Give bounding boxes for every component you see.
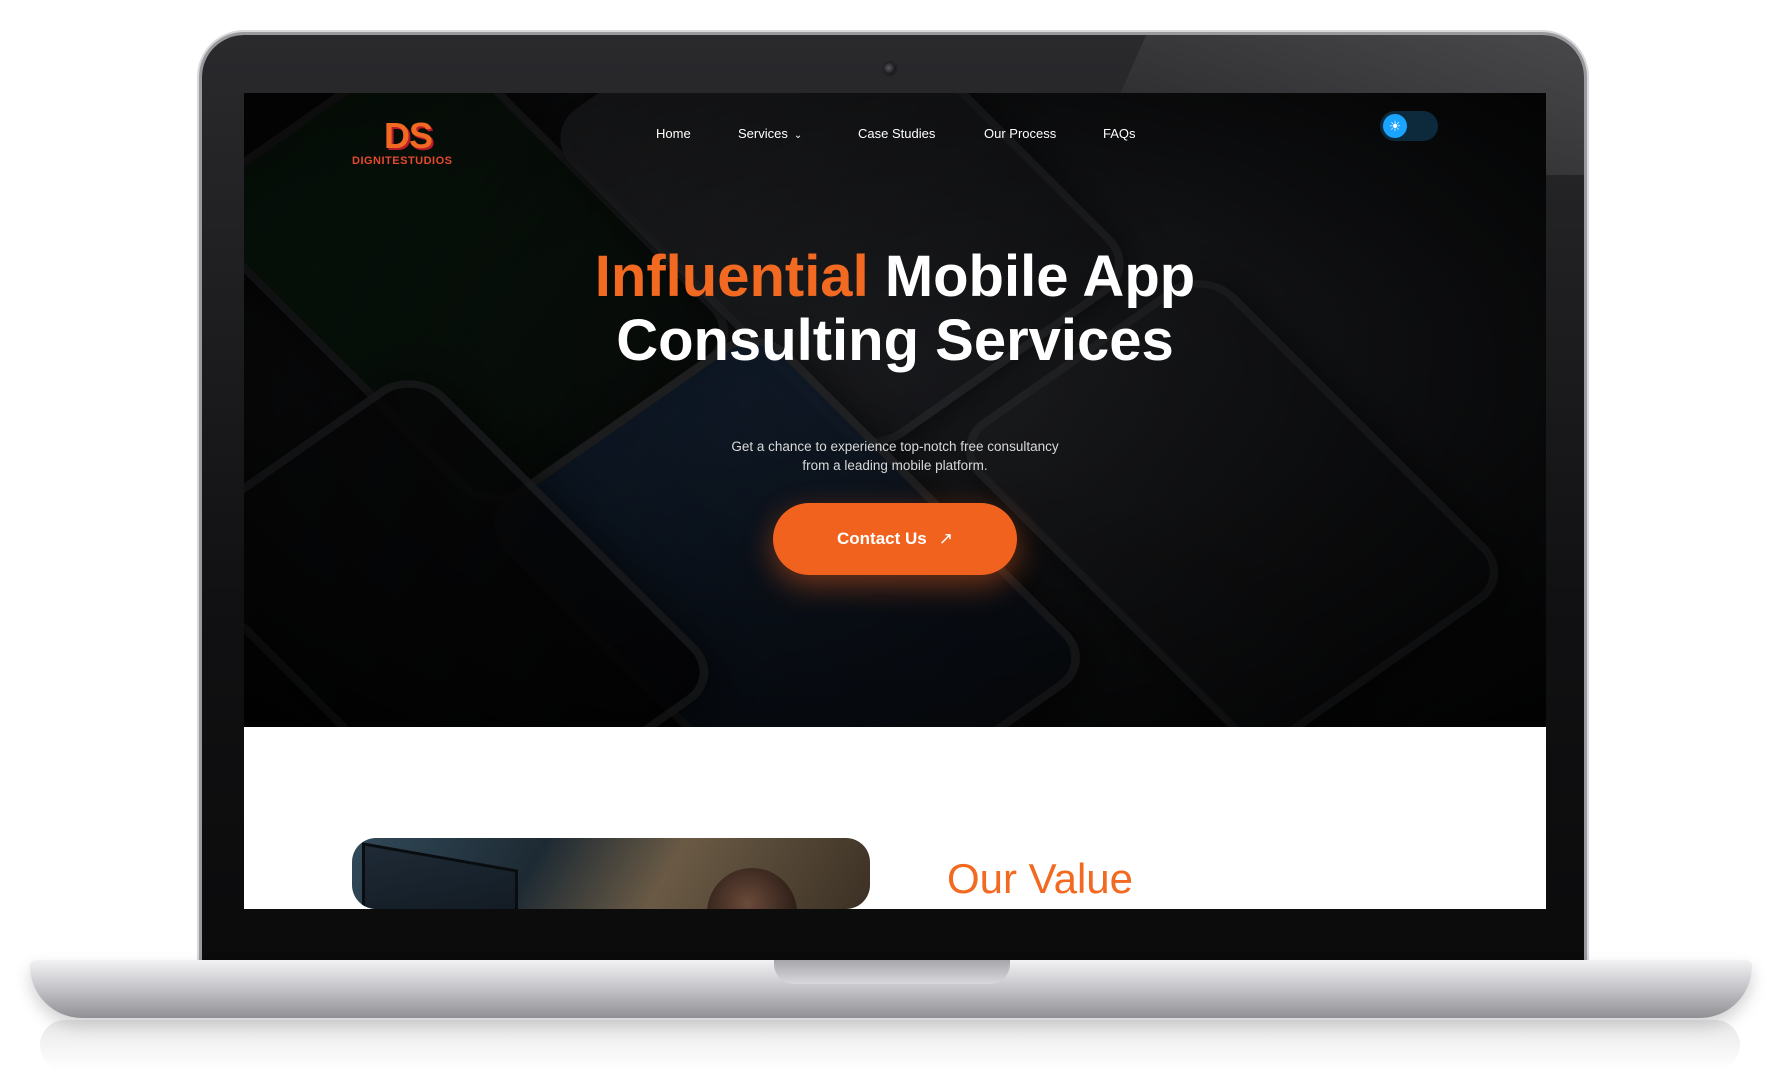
webcam (884, 63, 896, 75)
nav-item-case-studies[interactable]: Case Studies (858, 126, 935, 141)
person-image (707, 868, 797, 909)
nav-item-our-process[interactable]: Our Process (984, 126, 1056, 141)
laptop-notch (774, 960, 1010, 984)
value-section-title: Our Value (947, 855, 1133, 902)
nav-item-faqs[interactable]: FAQs (1103, 126, 1136, 141)
monitor-image (362, 842, 518, 909)
chevron-down-icon: ⌄ (793, 130, 803, 141)
value-image (352, 838, 870, 909)
theme-toggle[interactable]: ☀ (1380, 111, 1438, 141)
nav-item-label: Services (738, 126, 788, 141)
hero-subtext: Get a chance to experience top-notch fre… (244, 437, 1546, 475)
subtext-line2: from a leading mobile platform. (802, 458, 988, 473)
sun-icon: ☀ (1383, 114, 1407, 138)
laptop-reflection (40, 1020, 1740, 1070)
nav-item-home[interactable]: Home (656, 126, 691, 141)
headline-line1: Mobile App (884, 244, 1196, 309)
headline-accent: Influential (594, 244, 869, 309)
main-nav: Home Services ⌄ Case Studies Our Process … (244, 119, 1546, 151)
arrow-up-right-icon: ↗ (938, 529, 953, 548)
hero-overlay (244, 93, 1546, 727)
headline-line2: Consulting Services (616, 308, 1174, 373)
subtext-line1: Get a chance to experience top-notch fre… (731, 439, 1059, 454)
nav-item-services[interactable]: Services ⌄ (738, 126, 802, 141)
hero-headline: Influential Mobile App Consulting Servic… (244, 245, 1546, 373)
contact-us-label: Contact Us (837, 529, 927, 548)
laptop-screen: DS DIGNITESTUDIOS Home Services ⌄ Case St… (244, 93, 1546, 909)
contact-us-button[interactable]: Contact Us ↗ (773, 503, 1017, 575)
hero-section: DS DIGNITESTUDIOS Home Services ⌄ Case St… (244, 93, 1546, 727)
logo-text: DIGNITESTUDIOS (352, 155, 453, 167)
